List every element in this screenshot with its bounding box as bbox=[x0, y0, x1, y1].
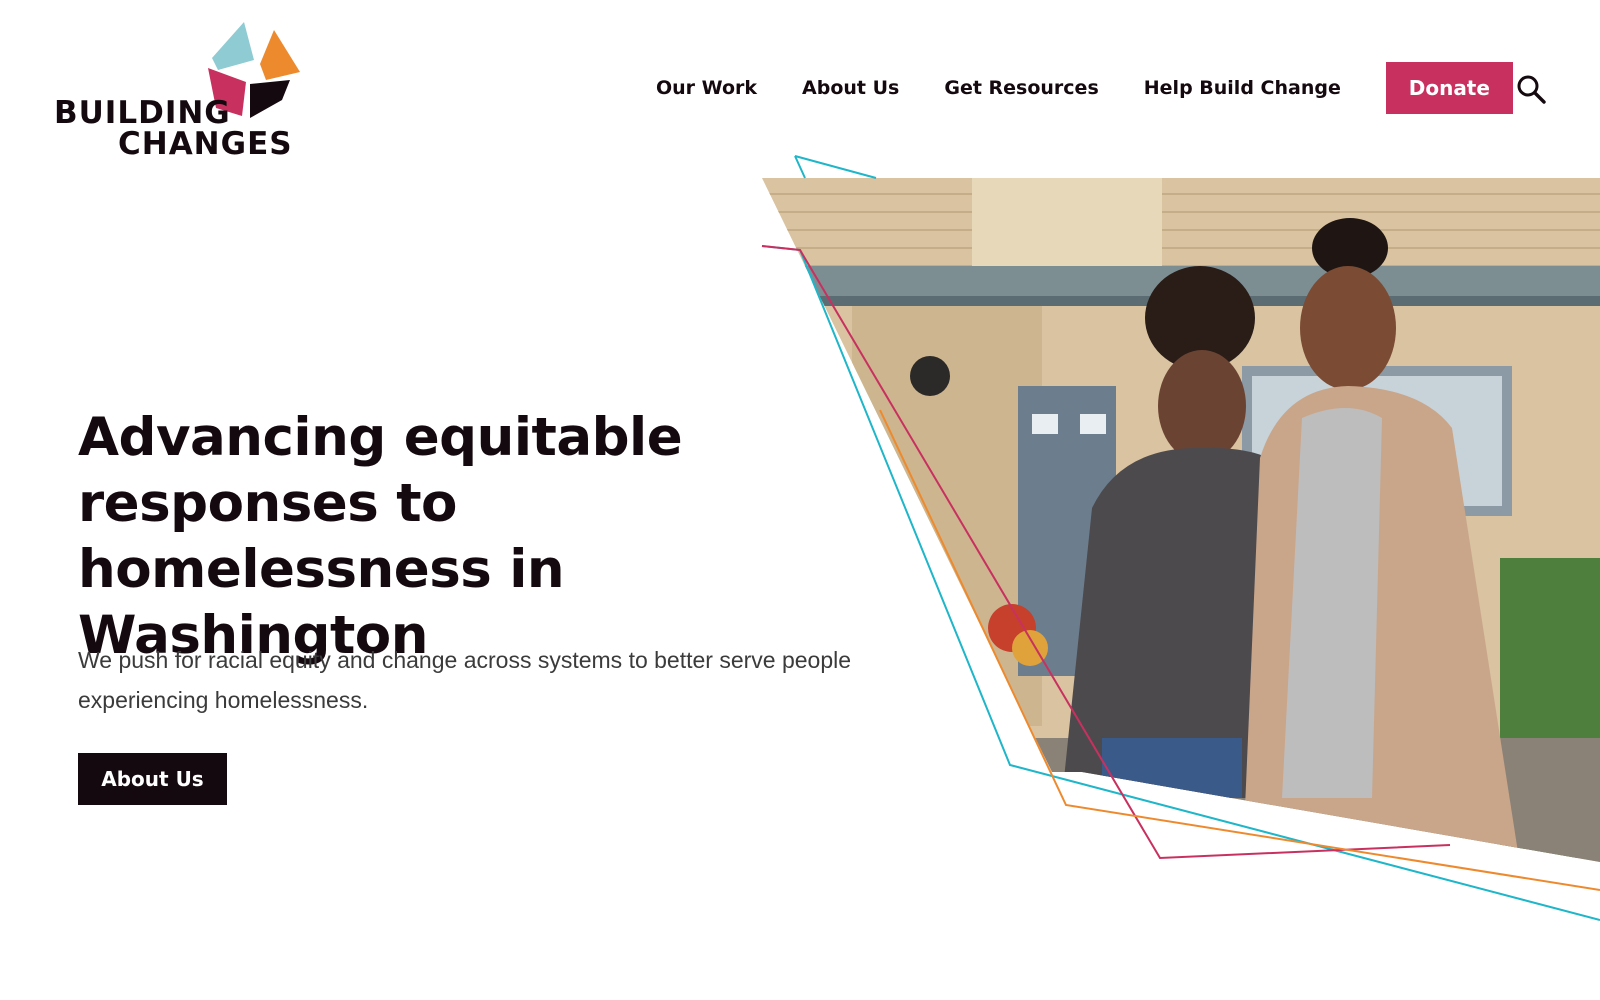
donate-button[interactable]: Donate bbox=[1385, 62, 1513, 114]
hero-photo bbox=[762, 178, 1600, 878]
nav-item-get-resources[interactable]: Get Resources bbox=[944, 77, 1098, 99]
hero-headline: Advancing equitable responses to homeles… bbox=[78, 407, 683, 666]
hero-subtext: We push for racial equity and change acr… bbox=[78, 647, 852, 713]
logo-line-1: BUILDING bbox=[54, 95, 231, 131]
main-nav: Our Work About Us Get Resources Help Bui… bbox=[656, 62, 1513, 114]
logo-line-2: CHANGES bbox=[118, 126, 293, 162]
nav-item-about-us[interactable]: About Us bbox=[802, 77, 899, 99]
logo-wordmark: BUILDING CHANGES bbox=[54, 98, 293, 160]
search-icon[interactable] bbox=[1516, 74, 1546, 104]
nav-item-help-build-change[interactable]: Help Build Change bbox=[1144, 77, 1341, 99]
logo[interactable]: BUILDING CHANGES bbox=[54, 22, 304, 162]
about-us-button[interactable]: About Us bbox=[78, 753, 227, 805]
nav-item-our-work[interactable]: Our Work bbox=[656, 77, 757, 99]
page: BUILDING CHANGES Our Work About Us Get R… bbox=[0, 0, 1600, 1000]
